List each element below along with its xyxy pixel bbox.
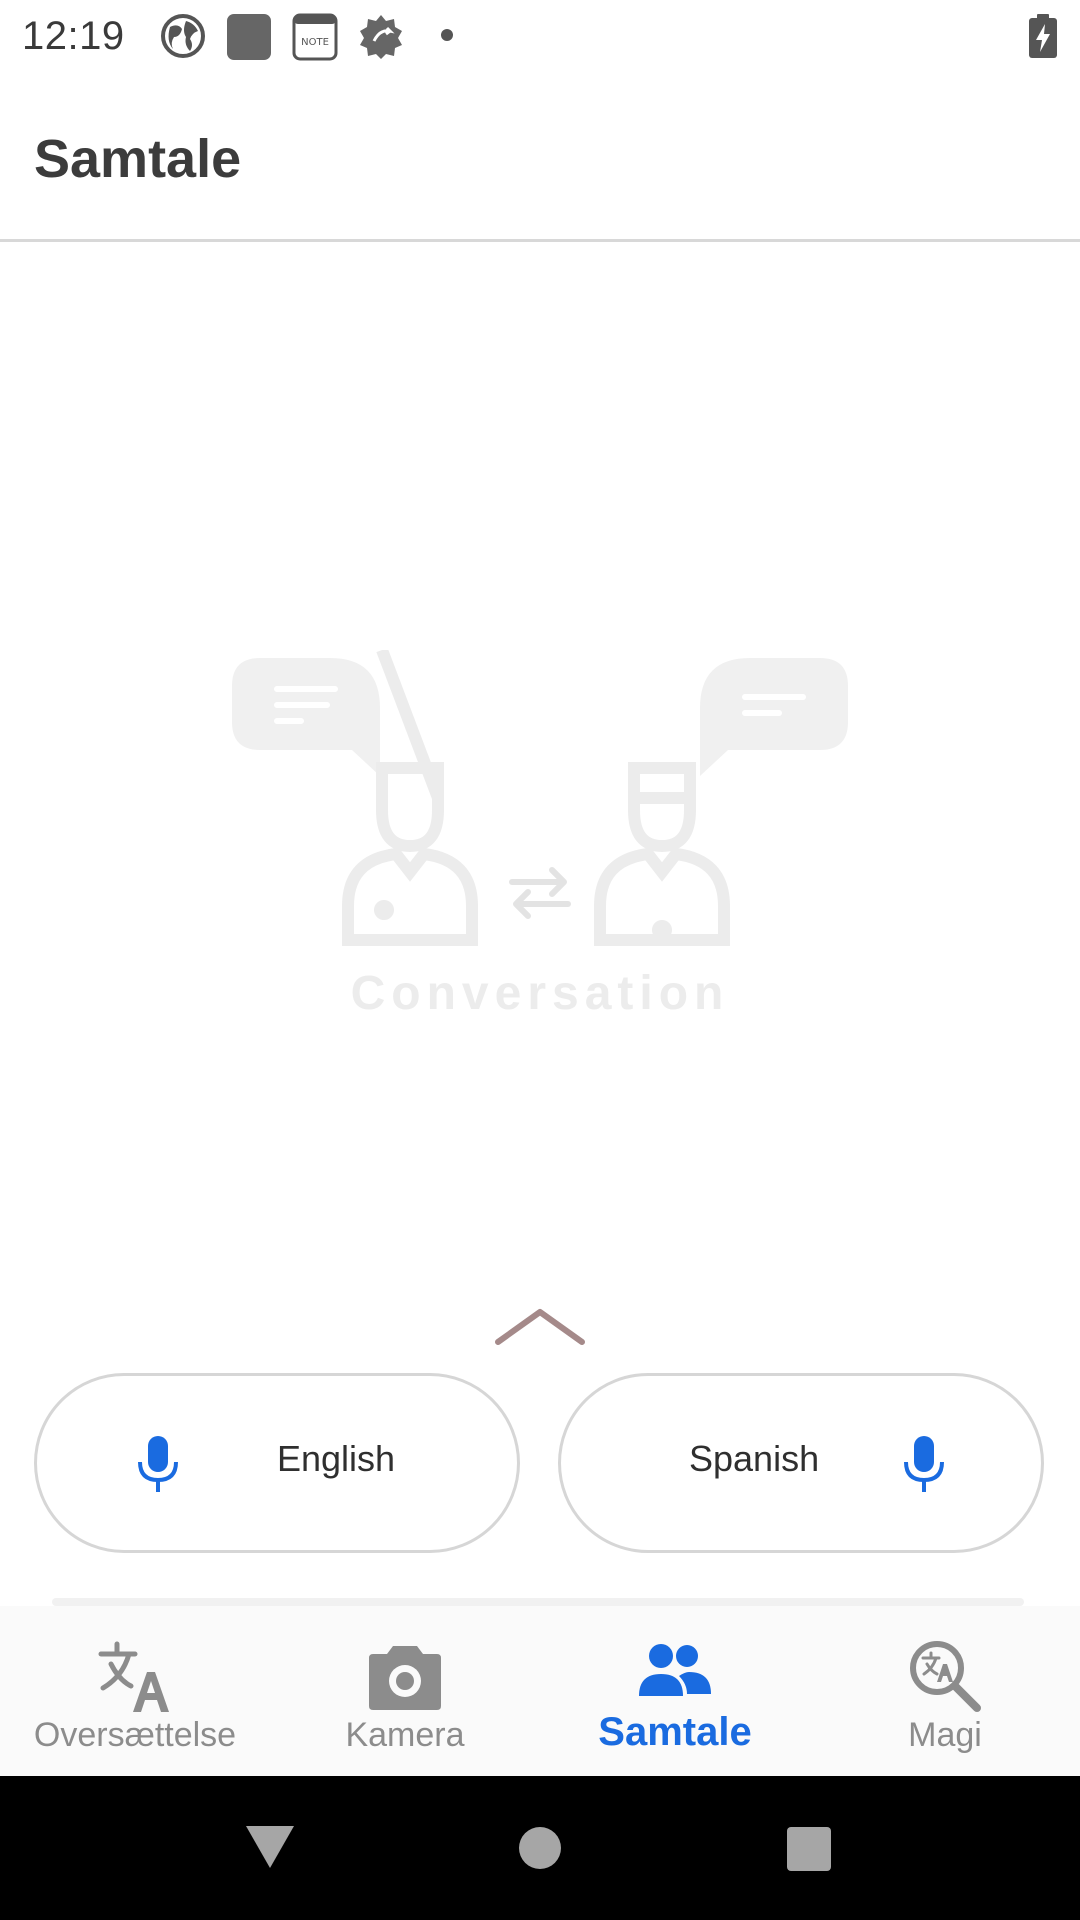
nav-label-magic: Magi: [908, 1716, 982, 1754]
left-speech-bubble-icon: [232, 658, 380, 776]
conversation-illustration: Conversation: [220, 647, 860, 1030]
system-navigation-bar: [0, 1776, 1080, 1920]
swap-arrows-icon: [509, 867, 571, 919]
conversation-screen: 12:19 NOTE Samtale Conversation English …: [0, 0, 1080, 1920]
note-icon-text: NOTE: [301, 37, 329, 48]
nav-item-camera[interactable]: Kamera: [270, 1606, 540, 1776]
camera-icon: [270, 1636, 540, 1716]
note-icon: NOTE: [292, 13, 338, 66]
people-icon: [540, 1636, 810, 1716]
illustration-caption: Conversation: [350, 967, 730, 1020]
nav-item-translation[interactable]: Oversættelse: [0, 1606, 270, 1776]
magnify-translate-icon: [810, 1636, 1080, 1716]
translate-icon: [0, 1636, 270, 1716]
spanish-language-label: Spanish: [689, 1438, 820, 1479]
nav-label-camera: Kamera: [345, 1716, 465, 1754]
english-language-label: English: [277, 1438, 396, 1479]
back-triangle-icon[interactable]: [244, 1824, 296, 1875]
spanish-language-button[interactable]: Spanish: [558, 1373, 1044, 1553]
home-circle-icon[interactable]: [518, 1826, 562, 1875]
app-header: Samtale: [0, 74, 1080, 242]
status-time: 12:19: [22, 14, 125, 58]
nav-item-conversation[interactable]: Samtale: [540, 1606, 810, 1776]
status-bar: 12:19 NOTE: [0, 0, 1080, 74]
right-person-icon: [594, 762, 730, 946]
app-square-icon: [226, 13, 272, 66]
dot-icon: [440, 28, 454, 47]
recents-square-icon[interactable]: [786, 1826, 832, 1877]
english-language-button[interactable]: English: [34, 1373, 520, 1553]
nav-item-magic[interactable]: Magi: [810, 1606, 1080, 1776]
page-title: Samtale: [34, 129, 242, 189]
nav-label-conversation: Samtale: [598, 1710, 752, 1754]
right-speech-bubble-icon: [700, 658, 848, 776]
gear-badge-icon: [358, 13, 404, 66]
bottom-navigation: Oversættelse Kamera Samtale Magi: [0, 1606, 1080, 1776]
microphone-icon: [137, 1436, 179, 1497]
chevron-up-icon[interactable]: [492, 1306, 588, 1348]
microphone-icon: [903, 1436, 945, 1497]
bottom-sheet-edge: [52, 1598, 1024, 1606]
globe-icon: [160, 13, 206, 64]
battery-charging-icon: [1028, 14, 1058, 63]
nav-label-translation: Oversættelse: [33, 1716, 237, 1754]
